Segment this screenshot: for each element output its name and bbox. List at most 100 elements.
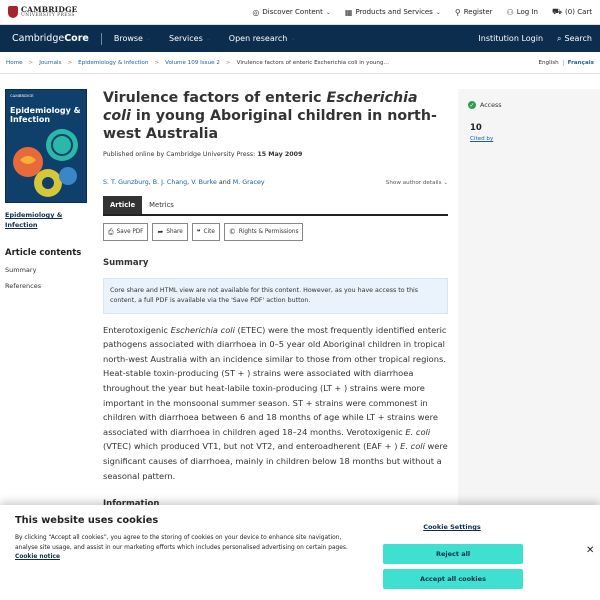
cookie-banner: This website uses cookies By clicking “A… (0, 505, 600, 600)
article-tabs: Article Metrics (103, 196, 448, 217)
show-author-details-toggle[interactable]: Show author details ⌄ (386, 180, 448, 186)
cart-icon: ⛟ (551, 7, 563, 16)
reject-all-button[interactable]: Reject all (383, 544, 523, 564)
abstract-part: (ETEC) were the most frequently identifi… (103, 324, 447, 437)
article-main: Virulence factors of enteric Escherichia… (103, 89, 448, 509)
cookie-text-body: By clicking “Accept all cookies”, you ag… (15, 535, 348, 551)
accept-all-cookies-button[interactable]: Accept all cookies (383, 569, 523, 589)
check-icon: ✓ (468, 101, 476, 109)
save-pdf-label: Save PDF (116, 229, 144, 236)
breadcrumb-journals[interactable]: Journals (39, 60, 61, 66)
cited-by-link[interactable]: Cited by (470, 136, 493, 142)
lang-french[interactable]: Français (562, 59, 594, 66)
contents-summary-link[interactable]: Summary (5, 266, 90, 274)
browse-menu[interactable]: Browse ⌄ (114, 34, 151, 43)
left-sidebar: CAMBRIDGE Epidemiology & Infection Epide… (5, 89, 90, 290)
article-title: Virulence factors of enteric Escherichia… (103, 89, 448, 143)
published-info: Published online by Cambridge University… (103, 151, 448, 158)
access-status: ✓ Access (468, 101, 502, 109)
author-link[interactable]: S. T. Gunzburg (103, 179, 149, 186)
search-button[interactable]: ⌕ Search (557, 34, 592, 44)
user-icon: ⚇ (506, 7, 514, 17)
cambridge-university-press-logo[interactable]: CAMBRIDGE UNIVERSITY PRESS (8, 6, 78, 18)
abstract-italic: E. coli (405, 426, 431, 437)
top-utility-bar: CAMBRIDGE UNIVERSITY PRESS ◎ Discover Co… (0, 0, 600, 25)
copyright-icon: © (228, 228, 236, 237)
author-and: and (218, 179, 231, 187)
login-link[interactable]: ⚇ Log In (507, 8, 538, 17)
services-label: Services (169, 34, 203, 43)
breadcrumb-issue[interactable]: Volume 109 Issue 2 (165, 60, 220, 66)
contents-references-link[interactable]: References (5, 282, 90, 290)
author-list: S. T. Gunzburg, B. J. Chang, V. Burke an… (103, 179, 448, 187)
breadcrumb: Home > Journals > Epidemiology & Infection… (0, 52, 600, 74)
cookie-notice-link[interactable]: Cookie notice (15, 554, 60, 560)
open-research-menu[interactable]: Open research ⌄ (229, 34, 296, 43)
discover-content-menu[interactable]: ◎ Discover Content ⌄ (252, 8, 331, 17)
browse-label: Browse (113, 34, 143, 43)
tab-article[interactable]: Article (103, 196, 143, 215)
tab-metrics[interactable]: Metrics (142, 196, 181, 214)
chevron-down-icon: ⌄ (443, 179, 448, 186)
pdf-icon: ⎙ (108, 227, 114, 236)
show-author-details-label: Show author details (385, 179, 442, 186)
abstract-italic: Escherichia coli (170, 324, 235, 335)
breadcrumb-journal[interactable]: Epidemiology & Infection (78, 60, 148, 66)
language-switcher: English Français (538, 59, 594, 66)
cite-label: Cite (203, 229, 215, 236)
journal-link[interactable]: Epidemiology & Infection (5, 211, 90, 231)
access-notice: Core share and HTML view are not availab… (103, 278, 448, 314)
register-link[interactable]: ⚲ Register (455, 8, 493, 17)
login-label: Log In (516, 8, 538, 16)
cookie-settings-link[interactable]: Cookie Settings (382, 523, 522, 531)
summary-heading: Summary (103, 258, 149, 269)
cite-button[interactable]: ❝ Cite (191, 223, 220, 242)
author-link[interactable]: B. J. Chang (153, 179, 187, 186)
author-link[interactable]: V. Burke (191, 179, 217, 186)
cover-artwork (13, 129, 78, 197)
search-label: Search (564, 34, 592, 43)
breadcrumb-current: Virulence factors of enteric Escherichia… (236, 59, 389, 66)
compass-icon: ◎ (252, 7, 260, 17)
cart-label: (0) Cart (565, 8, 592, 16)
crest-icon (8, 6, 18, 18)
logo-line2: UNIVERSITY PRESS (21, 12, 75, 18)
search-icon: ⌕ (557, 33, 562, 43)
cookie-text: By clicking “Accept all cookies”, you ag… (15, 534, 355, 563)
products-services-menu[interactable]: ▦ Products and Services ⌄ (345, 8, 441, 17)
cart-link[interactable]: ⛟ (0) Cart (552, 7, 592, 17)
main-nav: CambridgeCore Browse ⌄ Services ⌄ Open res… (0, 25, 600, 52)
chevron-down-icon: ⌄ (290, 35, 296, 42)
cambridge-core-logo[interactable]: CambridgeCore (12, 33, 89, 44)
abstract-part: (VTEC) which produced VT1, but not VT2, … (103, 441, 401, 452)
chevron-down-icon: ⌄ (145, 35, 152, 42)
breadcrumb-home[interactable]: Home (6, 60, 23, 66)
share-label: Share (166, 229, 183, 236)
rights-permissions-button[interactable]: © Rights & Permissions (223, 223, 304, 242)
author-link[interactable]: M. Gracey (233, 179, 265, 186)
published-label: Published online by Cambridge University… (103, 151, 258, 159)
brand-bold: Core (64, 33, 89, 44)
rights-permissions-label: Rights & Permissions (238, 229, 299, 236)
institution-login-link[interactable]: Institution Login (478, 34, 543, 43)
nav-divider (100, 32, 102, 45)
close-icon[interactable]: ✕ (586, 545, 594, 556)
journal-link-line1: Epidemiology & (5, 211, 63, 219)
access-label: Access (480, 101, 502, 109)
right-panel: ✓ Access 10 Cited by (458, 89, 600, 509)
cited-by-count: 10 (470, 123, 482, 133)
services-menu[interactable]: Services ⌄ (169, 34, 211, 43)
products-services-label: Products and Services (355, 8, 433, 16)
lang-english[interactable]: English (538, 60, 558, 66)
published-date: 15 May 2009 (257, 151, 303, 159)
title-part2: in young Aboriginal children in north-we… (103, 108, 437, 143)
chevron-down-icon: ⌄ (325, 8, 331, 16)
article-contents-heading: Article contents (5, 247, 82, 258)
register-label: Register (463, 8, 493, 16)
journal-cover[interactable]: CAMBRIDGE Epidemiology & Infection (5, 89, 87, 203)
abstract-italic: E. coli (400, 441, 425, 452)
share-button[interactable]: ➦ Share (152, 223, 188, 242)
add-user-icon: ⚲ (454, 7, 461, 17)
chevron-down-icon: ⌄ (205, 35, 211, 42)
save-pdf-button[interactable]: ⎙ Save PDF (103, 223, 149, 242)
